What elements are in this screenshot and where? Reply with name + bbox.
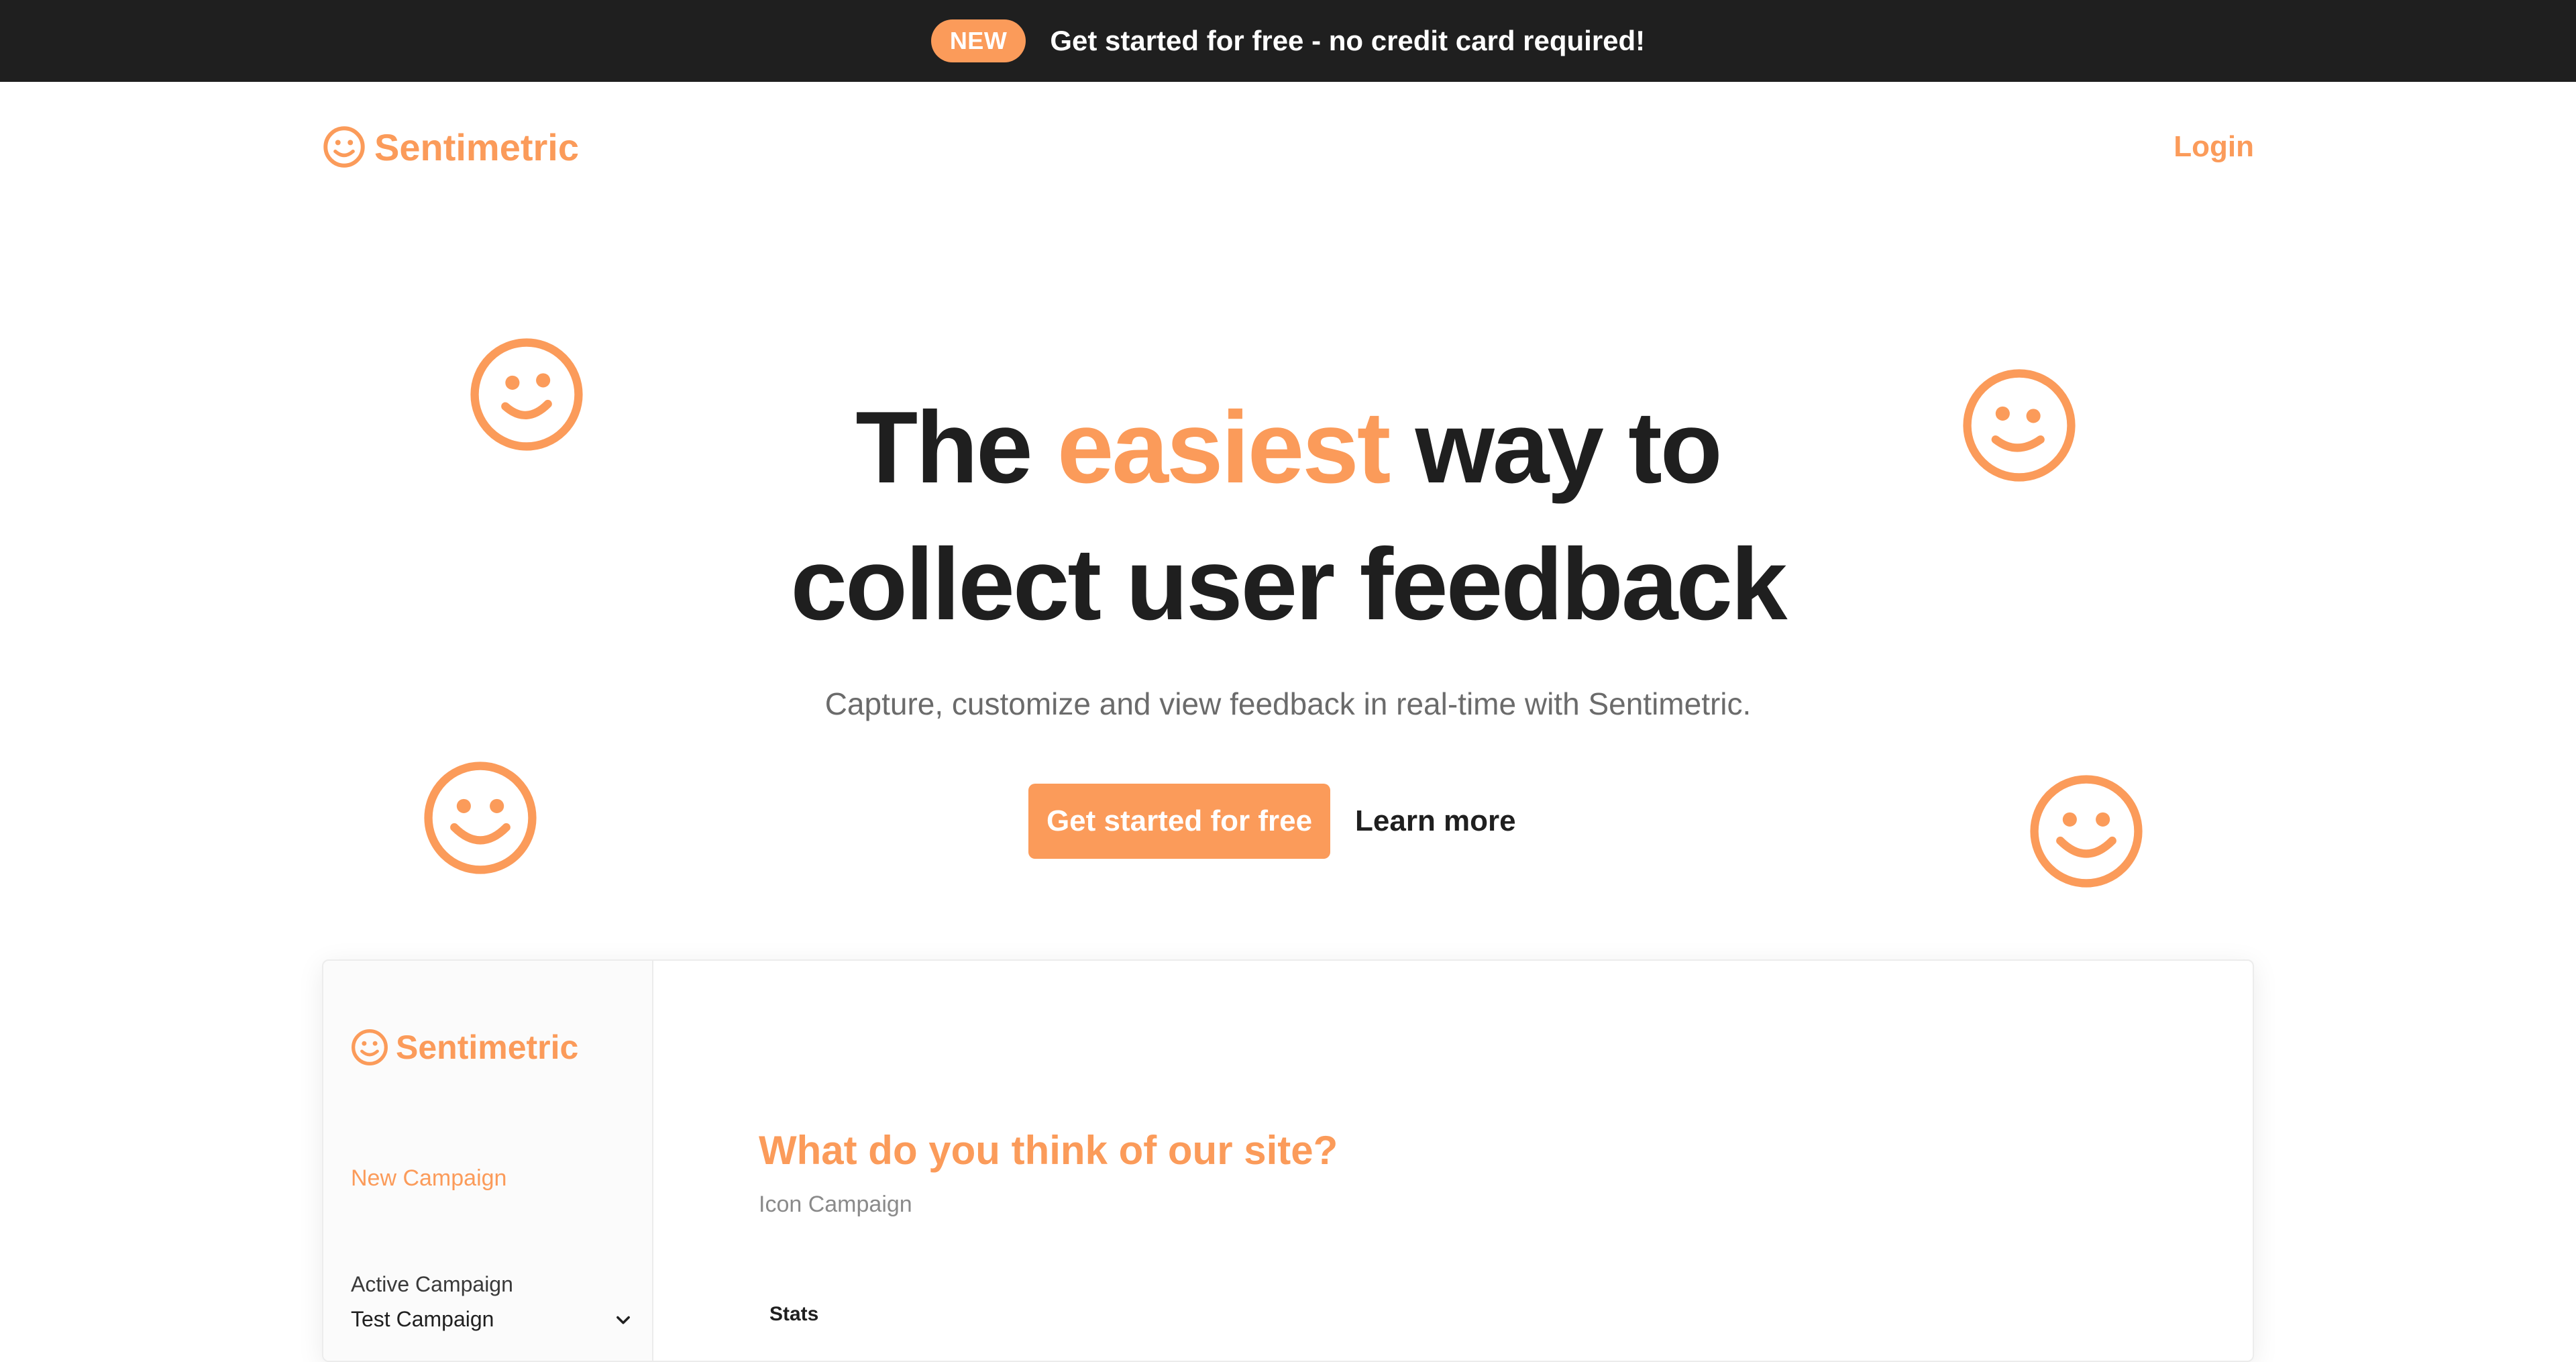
campaign-question: What do you think of our site?: [759, 1128, 1338, 1173]
preview-logo: Sentimetric: [350, 1028, 578, 1067]
new-badge: NEW: [930, 19, 1026, 62]
hero-title-suffix: way to: [1389, 390, 1723, 505]
login-link[interactable]: Login: [2174, 130, 2254, 164]
smiley-icon: [424, 762, 537, 874]
header-logo[interactable]: Sentimetric: [322, 125, 579, 169]
smiley-icon: [352, 1029, 388, 1065]
announcement-bar: NEW Get started for free - no credit car…: [0, 0, 2576, 82]
hero-subtitle: Capture, customize and view feedback in …: [824, 686, 1752, 721]
smiley-icon: [2030, 775, 2143, 888]
announcement-message[interactable]: Get started for free - no credit card re…: [1050, 25, 1645, 57]
header-brand-name: Sentimetric: [374, 125, 579, 168]
learn-more-link[interactable]: Learn more: [1355, 784, 1516, 859]
new-campaign-link[interactable]: New Campaign: [351, 1165, 506, 1192]
active-campaign-select[interactable]: Test Campaign: [351, 1307, 633, 1332]
chevron-down-icon: [616, 1316, 630, 1324]
get-started-button[interactable]: Get started for free: [1028, 784, 1330, 859]
stats-label: Stats: [769, 1303, 819, 1325]
hero-title-accent: easiest: [1057, 390, 1391, 505]
hero-title: The easiest way to collect user feedback: [0, 379, 2576, 653]
preview-brand-name: Sentimetric: [396, 1029, 579, 1066]
hero-title-prefix: The: [855, 390, 1057, 505]
campaign-type: Icon Campaign: [759, 1192, 912, 1217]
smiley-icon: [323, 126, 365, 168]
preview-sidebar: Sentimetric: [323, 961, 653, 1361]
hero-title-line2: collect user feedback: [790, 527, 1787, 641]
active-campaign-label: Active Campaign: [351, 1272, 513, 1296]
active-campaign-value: Test Campaign: [351, 1307, 494, 1331]
